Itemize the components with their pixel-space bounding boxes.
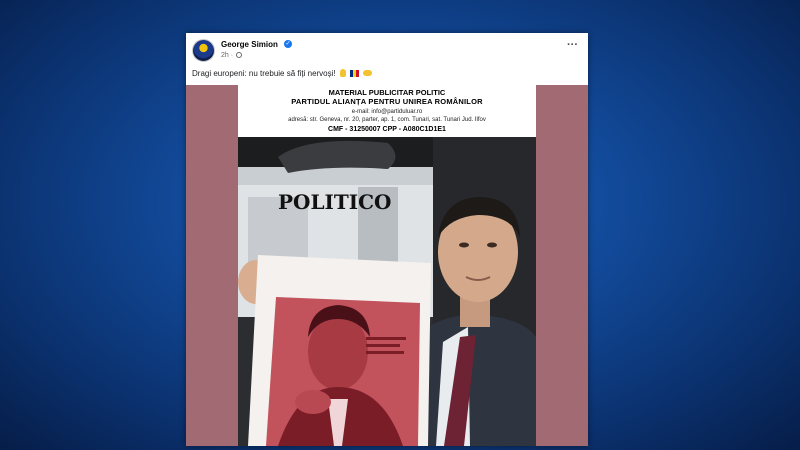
romania-flag-emoji-icon xyxy=(350,70,360,77)
political-ad-disclaimer: MATERIAL PUBLICITAR POLITIC PARTIDUL ALI… xyxy=(238,85,536,137)
post-caption-text: Dragi europeni: nu trebuie să fiți nervo… xyxy=(192,69,336,78)
globe-icon xyxy=(236,52,243,58)
handshake-emoji-icon xyxy=(363,70,373,76)
post-photo[interactable]: MATERIAL PUBLICITAR POLITIC PARTIDUL ALI… xyxy=(238,85,536,446)
car-selfie-photo xyxy=(238,137,536,446)
post-timestamp[interactable]: 2h xyxy=(221,52,229,59)
magazine-title: POLITICO xyxy=(278,190,392,214)
hand-emoji-icon xyxy=(339,69,346,77)
facebook-post-card: George Simion ✓ 2h · ··· Dragi europeni:… xyxy=(186,33,588,446)
disclaimer-title: MATERIAL PUBLICITAR POLITIC xyxy=(328,88,446,97)
post-caption: Dragi europeni: nu trebuie să fiți nervo… xyxy=(192,69,373,78)
disclaimer-party: PARTIDUL ALIANȚA PENTRU UNIREA ROMÂNILOR xyxy=(291,97,483,106)
disclaimer-address: adresă: str. Geneva, nr. 20, parter, ap.… xyxy=(288,117,486,123)
post-header: George Simion ✓ 2h · ··· xyxy=(186,33,588,67)
author-avatar[interactable] xyxy=(192,39,215,62)
verified-icon: ✓ xyxy=(284,40,292,48)
disclaimer-ids: CMF - 31250007 CPP - A080C1D1E1 xyxy=(328,126,446,133)
disclaimer-email: e-mail: info@partiduluar.ro xyxy=(351,109,423,115)
more-options-icon[interactable]: ··· xyxy=(567,39,578,51)
post-media[interactable]: MATERIAL PUBLICITAR POLITIC PARTIDUL ALI… xyxy=(186,85,588,446)
author-name[interactable]: George Simion xyxy=(221,40,278,49)
meta-separator: · xyxy=(230,52,234,59)
post-meta: 2h · xyxy=(221,52,243,59)
